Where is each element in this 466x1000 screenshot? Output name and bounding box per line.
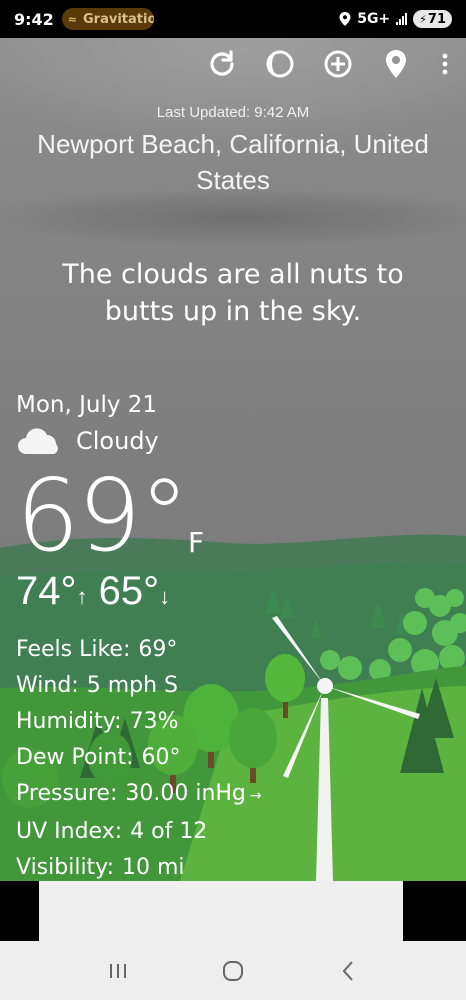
down-arrow-icon: ↓: [159, 584, 171, 609]
status-indicators: 5G+ ⚡ 71: [339, 10, 452, 28]
detail-feels-like: Feels Like: 69°: [16, 632, 456, 668]
location-status-icon: [339, 12, 351, 26]
detail-value: 4 of 12: [130, 819, 208, 844]
status-bar: 9:42 ≈ Gravitatio 5G+ ⚡ 71: [0, 0, 466, 38]
temperature-row: 69° F: [16, 460, 456, 572]
detail-value: 10 mi: [122, 855, 185, 880]
last-updated: Last Updated: 9:42 AM: [156, 104, 310, 121]
condition-row: Cloudy: [16, 426, 456, 456]
details-list: Feels Like: 69° Wind: 5 mph S Humidity: 73%…: [16, 632, 456, 886]
network-type: 5G+: [357, 11, 391, 27]
battery-icon: ⚡ 71: [413, 10, 452, 28]
detail-label: Wind:: [16, 673, 79, 698]
detail-value: 30.00 inHg: [125, 781, 246, 806]
system-nav-bar: [0, 941, 466, 1000]
current-conditions: Mon, July 21 Cloudy 69° F 74°↑ 65°↓ Feel…: [16, 390, 456, 886]
up-arrow-icon: ↑: [76, 584, 88, 609]
notification-pill[interactable]: ≈ Gravitatio: [61, 8, 154, 30]
toolbar: [206, 48, 452, 80]
detail-wind: Wind: 5 mph S: [16, 668, 456, 704]
recent-apps-icon[interactable]: [98, 951, 138, 991]
detail-label: Visibility:: [16, 855, 115, 880]
condition-text: Cloudy: [76, 427, 159, 455]
high-temperature: 74°: [16, 569, 77, 613]
detail-value: 73%: [129, 709, 179, 734]
detail-pressure: Pressure: 30.00 inHg →: [16, 776, 456, 814]
cloud-icon: [18, 428, 58, 454]
detail-label: Humidity:: [16, 709, 122, 734]
detail-value: 60°: [141, 745, 181, 770]
moon-phase-icon[interactable]: [264, 48, 296, 80]
status-time: 9:42: [14, 9, 54, 29]
detail-uv-index: UV Index: 4 of 12: [16, 814, 456, 850]
pressure-trend-icon: →: [249, 788, 262, 804]
detail-value: 5 mph S: [86, 673, 178, 698]
low-temperature: 65°: [98, 569, 160, 613]
detail-label: Feels Like:: [16, 637, 131, 662]
location-title[interactable]: Newport Beach, California, United States: [20, 126, 446, 198]
notification-app-name: Gravitatio: [83, 11, 154, 27]
detail-label: Dew Point:: [16, 745, 134, 770]
app-notification-icon: ≈: [67, 12, 78, 26]
location-pin-icon[interactable]: [380, 48, 412, 80]
current-date: Mon, July 21: [16, 392, 158, 418]
back-icon[interactable]: [328, 951, 368, 991]
detail-label: UV Index:: [16, 819, 123, 844]
detail-label: Pressure:: [16, 781, 118, 806]
refresh-icon[interactable]: [206, 48, 238, 80]
detail-value: 69°: [138, 637, 178, 662]
ad-banner[interactable]: [39, 881, 403, 941]
battery-level: 71: [427, 11, 446, 27]
high-low: 74°↑ 65°↓: [16, 568, 456, 620]
detail-humidity: Humidity: 73%: [16, 704, 456, 740]
signal-icon: [396, 13, 408, 25]
home-icon[interactable]: [213, 951, 253, 991]
detail-dew-point: Dew Point: 60°: [16, 740, 456, 776]
weather-screen: 9:42 ≈ Gravitatio 5G+ ⚡ 71 Last Updated:…: [0, 0, 466, 1000]
add-location-icon[interactable]: [322, 48, 354, 80]
weather-tagline: The clouds are all nuts to butts up in t…: [62, 259, 404, 327]
more-options-icon[interactable]: [438, 48, 452, 80]
current-temperature: 69°: [16, 457, 189, 574]
temperature-unit[interactable]: F: [188, 526, 204, 559]
